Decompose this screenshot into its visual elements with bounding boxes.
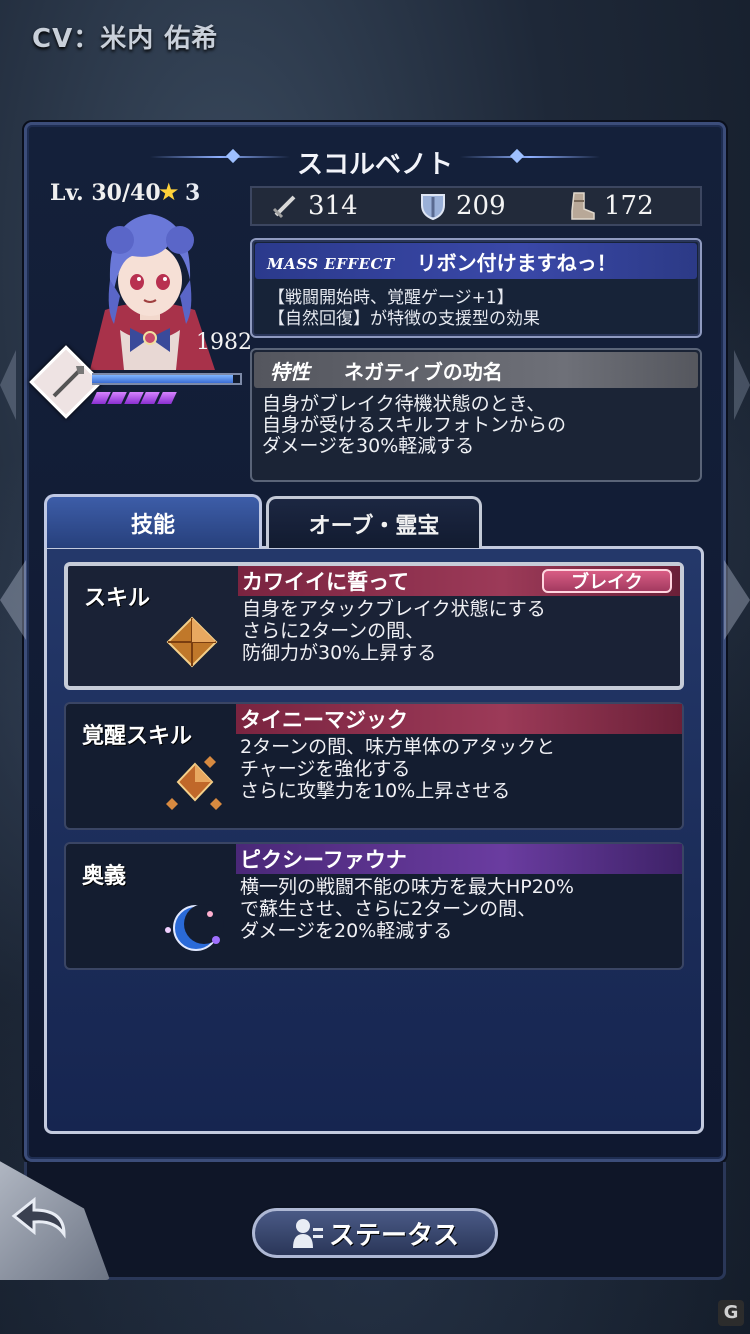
trait-desc-line: 自身がブレイク待機状態のとき、 [262,393,546,415]
skill-name: ピクシーファウナ [240,848,407,872]
tab-skills[interactable]: 技能 [44,494,262,548]
trait-box: 特性 ネガティブの功名 自身がブレイク待機状態のとき、 自身が受けるスキルフォト… [250,348,702,482]
skill-type-label: 覚醒スキル [82,724,193,749]
status-button[interactable]: ステータス [252,1208,498,1258]
speed-value: 172 [604,191,654,221]
skill-description: 横一列の戦闘不能の味方を最大HP20% で蘇生させ、さらに2ターンの間、 ダメー… [240,876,574,942]
shield-icon [421,194,445,221]
skill-desc-line: で蘇生させ、さらに2ターンの間、 [240,898,537,920]
watermark-logo: G [718,1300,744,1326]
stats-row: 314 209 172 [250,186,702,226]
trait-desc-line: ダメージを30%軽減する [262,435,475,457]
trait-header: 特性 ネガティブの功名 [254,352,698,388]
mass-effect-title: リボン付けますねっ！ [416,250,617,275]
mass-effect-box: MASS EFFECT リボン付けますねっ！ 【戦闘開始時、覚醒ゲージ+1】 【… [250,238,702,338]
power-value: 1982 [196,330,252,355]
gauge-segment [156,392,177,404]
spear-icon [52,366,84,398]
tab-orb-treasure[interactable]: オーブ・霊宝 [266,496,482,548]
skill-type-label: 奥義 [82,864,127,889]
skill-desc-line: さらに2ターンの間、 [242,620,425,642]
sword-icon [272,195,296,219]
mass-effect-label: MASS EFFECT [267,255,395,273]
attack-stat: 314 [270,191,400,221]
topaz-gem-icon [166,616,218,668]
back-arrow-icon [11,1196,66,1239]
skill-desc-line: 2ターンの間、味方単体のアタックと [240,736,556,758]
trait-title: ネガティブの功名 [344,359,503,384]
break-badge: ブレイク [542,569,672,593]
person-list-icon [292,1219,323,1248]
moon-orb-icon [165,904,224,951]
skill-name: タイニーマジック [240,708,408,732]
skill-desc-line: 防御力が30%上昇する [242,642,437,664]
skill-desc-line: 自身をアタックブレイク状態にする [242,598,546,620]
skill-name-bar: タイニーマジック [236,704,682,734]
skill-type-label: スキル [84,586,151,611]
status-button-label: ステータス [328,1220,459,1251]
skill-desc-line: ダメージを20%軽減する [240,920,453,942]
trait-description: 自身がブレイク待機状態のとき、 自身が受けるスキルフォトンからの ダメージを30… [252,390,700,461]
skill-desc-line: チャージを強化する [240,758,411,780]
mass-effect-header: MASS EFFECT リボン付けますねっ！ [255,243,697,279]
defense-stat: 209 [418,191,548,221]
mass-effect-description: 【戦闘開始時、覚醒ゲージ+1】 【自然回復】が特徴の支援型の効果 [252,282,700,336]
hp-bar-fill [92,375,233,383]
awaken-gauge [91,392,177,404]
skill-desc-line: さらに攻撃力を10%上昇させる [240,780,511,802]
voice-actor-label: CV：米内 佑希 [32,24,219,54]
trait-desc-line: 自身が受けるスキルフォトンからの [262,414,567,436]
skill-card-awaken[interactable]: 覚醒スキル タイニーマジック 2ターンの間、味方単体のアタックと チャージを強化… [64,702,684,830]
skill-description: 自身をアタックブレイク状態にする さらに2ターンの間、 防御力が30%上昇する [242,598,546,664]
attack-value: 314 [308,191,358,221]
skill-card-skill[interactable]: スキル カワイイに誓って ブレイク 自身をアタックブレイク状態にする さらに2タ… [64,562,684,690]
hp-bar [92,373,242,385]
mass-effect-desc-line: 【自然回復】が特徴の支援型の効果 [268,309,540,329]
defense-value: 209 [456,191,506,221]
mass-effect-desc-line: 【戦闘開始時、覚醒ゲージ+1】 [268,288,514,308]
multi-gem-icon [166,756,222,810]
skill-description: 2ターンの間、味方単体のアタックと チャージを強化する さらに攻撃力を10%上昇… [240,736,555,802]
skill-desc-line: 横一列の戦闘不能の味方を最大HP20% [240,876,574,898]
skill-card-ougi[interactable]: 奥義 ピクシーファウナ 横一列の戦闘不能の味方を最大HP20% で蘇生させ、さら… [64,842,684,970]
skill-name-bar: ピクシーファウナ [236,844,682,874]
boot-icon [571,192,595,220]
speed-stat: 172 [566,191,696,221]
skill-name: カワイイに誓って [242,570,409,594]
character-name: スコルベノト [296,150,453,180]
trait-label: 特性 [270,359,310,384]
